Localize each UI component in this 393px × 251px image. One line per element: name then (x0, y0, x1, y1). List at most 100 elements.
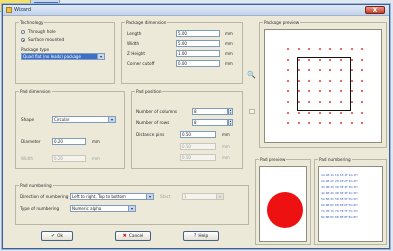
disabled-unit-2: mm (222, 155, 230, 160)
pad-dot (297, 111, 300, 114)
pad-dot (361, 58, 364, 61)
pad-preview-group: Pad preview (255, 157, 311, 245)
width-unit: mm (225, 41, 233, 46)
title-bar: Wizard X (3, 5, 389, 16)
pad-dot (287, 90, 289, 93)
width-disabled-unit: mm (92, 156, 100, 161)
package-type-select[interactable]: Quad flat (no leads) package ▾ (21, 53, 105, 60)
numbering-line: 3A 3B 3C 3D 3E 3F 3G 3H (321, 185, 358, 189)
columns-label: Number of columns (136, 109, 178, 114)
pad-dot (287, 79, 289, 82)
cancel-button[interactable]: ✖ Cancel (115, 231, 151, 241)
pad-dot (287, 58, 289, 61)
pad-dot (350, 69, 353, 72)
columns-spinner[interactable]: ▴ ▾ (228, 108, 233, 115)
pad-position-group-label: Pad position (135, 89, 163, 94)
chevron-down-icon[interactable]: ▾ (216, 194, 223, 199)
pad-dot (329, 111, 332, 114)
package-type-value: Quad flat (no leads) package (23, 54, 81, 59)
pad-dimension-group: Pad dimension Shape Circular ▾ Diameter … (15, 89, 125, 169)
pad-shape (267, 192, 303, 228)
direction-select[interactable]: Left to right, Top to bottom ▾ (70, 193, 154, 200)
help-button[interactable]: ? Help (183, 231, 219, 241)
shape-label: Shape (21, 117, 35, 122)
pad-numbering-group-label: Pad numbering (19, 183, 53, 188)
rows-input[interactable]: 8 (192, 119, 228, 126)
cross-icon: ✖ (122, 233, 127, 239)
numbering-line: 5A 5B 5C 5D 5E 5F 5G 5H (321, 197, 358, 201)
window-title: Wizard (14, 7, 32, 13)
pad-dimension-group-label: Pad dimension (19, 89, 52, 94)
pad-dot (340, 111, 342, 114)
z-height-input[interactable]: 1.00 (176, 50, 220, 57)
pad-dot (297, 122, 300, 125)
radio-surface-mounted[interactable] (21, 38, 25, 42)
width-disabled-input[interactable]: 0.20 (52, 155, 86, 162)
length-input[interactable]: 5.00 (176, 30, 220, 37)
pad-dot (287, 122, 289, 125)
start-select[interactable]: 1 ▾ (182, 193, 224, 200)
pad-dot (361, 48, 364, 50)
package-dimension-group-label: Package dimension (125, 20, 168, 25)
chevron-down-icon[interactable]: ▾ (108, 117, 115, 122)
type-select[interactable]: Numeric alpha ▾ (70, 205, 136, 212)
rows-label: Number of rows (136, 120, 170, 125)
pad-numbering-group: Pad numbering Direction of numbering Lef… (15, 183, 249, 225)
pad-dot (340, 58, 342, 61)
radio-surface-mounted-label: Surface mounted (28, 37, 65, 42)
type-label: Type of numbering (20, 206, 60, 211)
numbering-line: 6A 6B 6C 6D 6E 6F 6G 6H (321, 203, 358, 207)
pad-dot (318, 111, 321, 114)
radio-through-hole[interactable] (21, 30, 25, 34)
shape-value: Circular (54, 117, 70, 122)
pad-numbering-preview-label: Pad numbering (318, 157, 352, 162)
pad-dot (361, 101, 364, 103)
distance-pins-label: Distance pins (136, 132, 165, 137)
cancel-button-label: Cancel (128, 234, 144, 239)
pad-dot (287, 111, 289, 114)
width-input[interactable]: 5.00 (176, 40, 220, 47)
help-icon: ? (193, 233, 197, 239)
radio-through-hole-label: Through hole (28, 29, 56, 34)
pad-dot (308, 48, 311, 50)
diameter-label: Diameter (21, 139, 41, 144)
ok-button[interactable]: ✔ Ok (41, 231, 73, 241)
pad-dot (340, 101, 342, 103)
direction-value: Left to right, Top to bottom (72, 194, 126, 199)
disabled-input-1[interactable]: 0.50 (180, 143, 216, 150)
pad-dot (297, 79, 300, 82)
start-label: Start (160, 194, 171, 199)
shape-select[interactable]: Circular ▾ (52, 116, 116, 123)
corner-cutoff-input[interactable]: 0.00 (176, 60, 220, 67)
chevron-down-icon[interactable]: ▾ (97, 54, 104, 59)
pad-dot (340, 122, 342, 125)
pad-dot (287, 69, 289, 72)
pad-dot (318, 79, 321, 82)
pad-dot (350, 48, 353, 50)
package-preview-label: Package preview (263, 20, 301, 25)
package-outline (297, 57, 351, 111)
width-label: Width (127, 41, 140, 46)
diameter-input[interactable]: 0.20 (52, 138, 86, 145)
help-button-label: Help (198, 234, 209, 239)
pad-position-group: Pad position Number of columns 8 ▴ ▾ Numb… (131, 89, 243, 169)
chevron-down-icon[interactable]: ▾ (146, 194, 153, 199)
package-dimension-group: Package dimension Length 5.00 mm Width 5… (121, 20, 243, 84)
pad-dot (318, 101, 321, 103)
technology-group-label: Technology (19, 20, 45, 25)
close-button[interactable]: X (365, 6, 385, 14)
rows-spinner[interactable]: ▴ ▾ (228, 119, 233, 126)
pad-dot (308, 111, 311, 114)
length-label: Length (127, 31, 142, 36)
expand-handle[interactable] (249, 109, 255, 114)
zoom-icon[interactable]: 🔍 (247, 71, 256, 80)
checkmark-icon: ✔ (50, 233, 56, 239)
distance-pins-input[interactable]: 0.50 (180, 131, 216, 138)
pad-dot (361, 69, 364, 72)
pad-dot (308, 58, 311, 61)
diameter-unit: mm (92, 139, 100, 144)
disabled-input-2[interactable]: 0.50 (180, 154, 216, 161)
pad-dot (350, 122, 353, 125)
columns-input[interactable]: 8 (192, 108, 228, 115)
chevron-down-icon[interactable]: ▾ (128, 206, 135, 211)
